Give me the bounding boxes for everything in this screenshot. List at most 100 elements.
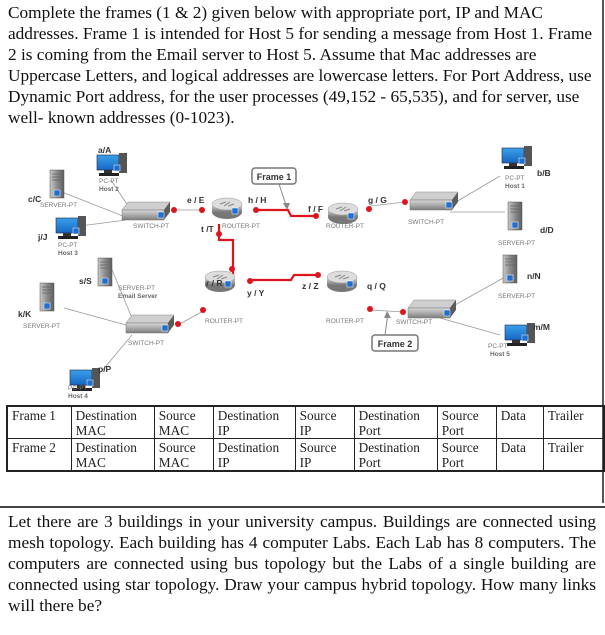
host4-type: PC-PT: [68, 385, 88, 392]
frame-field[interactable]: Source MAC: [153, 405, 214, 439]
field-type: [548, 423, 599, 438]
interface-z: z / Z: [302, 281, 319, 291]
field-type: IP: [299, 455, 312, 470]
field-type: Port: [441, 423, 464, 438]
field-type: IP: [299, 423, 312, 438]
frame-field[interactable]: Destination Port: [353, 438, 438, 472]
frame-field[interactable]: Source MAC: [153, 438, 214, 472]
interface-t: t /T: [201, 224, 215, 234]
host3-name: Host 3: [58, 250, 78, 257]
frame-field[interactable]: Source Port: [436, 438, 497, 472]
network-diagram: Frame 1 Frame 2 a/A c/C j/J e / E h / H …: [0, 140, 605, 402]
field-name: Destination: [358, 440, 420, 455]
frame-field[interactable]: Source Port: [436, 405, 497, 439]
router1-icon: [211, 197, 243, 220]
switch1-type: SWITCH-PT: [133, 223, 169, 230]
field-type: MAC: [75, 423, 106, 438]
switch3-type: SWITCH-PT: [128, 340, 164, 347]
field-type: [501, 455, 539, 470]
frame-field[interactable]: Destination Port: [353, 405, 438, 439]
question-2-text: Let there are 3 buildings in your univer…: [8, 512, 596, 615]
host3-address: j/J: [37, 232, 48, 242]
field-name: Destination: [75, 440, 137, 455]
host4-name: Host 4: [68, 393, 88, 400]
switch3-icon: [125, 314, 175, 334]
svg-text:Frame 2: Frame 2: [378, 339, 413, 349]
field-type: MAC: [75, 455, 106, 470]
router3-type: ROUTER-PT: [205, 318, 243, 325]
svg-text:Frame 1: Frame 1: [257, 172, 292, 182]
frame-field[interactable]: Trailer: [542, 405, 605, 439]
switch1-icon: [121, 201, 171, 221]
field-name: Source: [441, 440, 479, 455]
interface-y: y / Y: [247, 288, 265, 298]
host2-type: PC-PT: [99, 178, 119, 185]
router2-icon: [327, 202, 359, 225]
frame-field[interactable]: Data: [495, 405, 544, 439]
frame-field[interactable]: Destination MAC: [70, 405, 155, 439]
field-type: IP: [217, 455, 230, 470]
interface-r: r / R: [206, 278, 223, 288]
interface-dots: [171, 199, 408, 327]
interface-h: h / H: [248, 195, 266, 205]
question-1-text: Complete the frames (1 & 2) given below …: [8, 3, 593, 127]
host1-address: b/B: [537, 168, 551, 178]
host5-pc-icon: [504, 322, 536, 347]
arrow-icon: [384, 311, 391, 318]
email-server-type: SERVER-PT: [118, 285, 155, 292]
server-c-icon: [49, 169, 65, 199]
host2-pc-icon: [96, 152, 128, 177]
switch4-icon: [407, 299, 457, 319]
email-server-address: s/S: [79, 276, 92, 286]
field-name: Destination: [75, 408, 137, 423]
field-type: [501, 423, 539, 438]
field-name: Source: [299, 440, 337, 455]
field-type: MAC: [158, 423, 190, 438]
interface-g: g / G: [368, 195, 387, 205]
switch4-type: SWITCH-PT: [396, 319, 432, 326]
switch2-type: SWITCH-PT: [408, 219, 444, 226]
email-server-icon: [97, 257, 113, 287]
frame-field[interactable]: Source IP: [294, 405, 355, 439]
router4-type: ROUTER-PT: [326, 318, 364, 325]
host5-name: Host 5: [490, 351, 510, 358]
field-name: Destination: [217, 440, 280, 455]
host1-name: Host 1: [505, 183, 525, 190]
host3-type: PC-PT: [58, 242, 78, 249]
host3-pc-icon: [55, 215, 87, 240]
frame-field[interactable]: Source IP: [294, 438, 355, 472]
server-d-type: SERVER-PT: [498, 240, 535, 247]
field-name: Source: [158, 408, 196, 423]
field-name: Destination: [358, 408, 420, 423]
field-name: Source: [158, 440, 196, 455]
field-type: [548, 455, 599, 470]
section-divider: [0, 506, 605, 508]
frame-field[interactable]: Trailer: [542, 438, 605, 472]
server-n-address: n/N: [527, 271, 541, 281]
frame-field[interactable]: Data: [495, 438, 544, 472]
field-name: Data: [500, 408, 526, 423]
host4-address: p/P: [98, 364, 112, 374]
frame-label: Frame 2: [6, 438, 72, 472]
server-n-icon: [502, 254, 518, 284]
frame-field[interactable]: Destination IP: [212, 438, 296, 472]
host1-pc-icon: [501, 145, 533, 170]
interface-f: f / F: [308, 204, 323, 214]
frame-label: Frame 1: [6, 405, 72, 439]
field-type: Port: [358, 455, 381, 470]
field-type: IP: [217, 423, 230, 438]
interface-q: q / Q: [367, 281, 386, 291]
switch2-icon: [409, 191, 459, 211]
host2-name: Host 2: [99, 186, 119, 193]
field-type: Port: [441, 455, 464, 470]
frame-field[interactable]: Destination IP: [212, 405, 296, 439]
frame-row: Frame 2 Destination MAC Source MAC Destinatio…: [6, 438, 605, 472]
field-name: Trailer: [547, 440, 584, 455]
frames-table: Frame 1 Destination MAC Source MAC Destinatio…: [6, 405, 605, 472]
server-k-address: k/K: [18, 309, 32, 319]
server-k-type: SERVER-PT: [23, 323, 60, 330]
host5-address: m/M: [533, 322, 550, 332]
frame-field[interactable]: Destination MAC: [70, 438, 155, 472]
field-type: MAC: [158, 455, 190, 470]
field-name: Trailer: [547, 408, 584, 423]
